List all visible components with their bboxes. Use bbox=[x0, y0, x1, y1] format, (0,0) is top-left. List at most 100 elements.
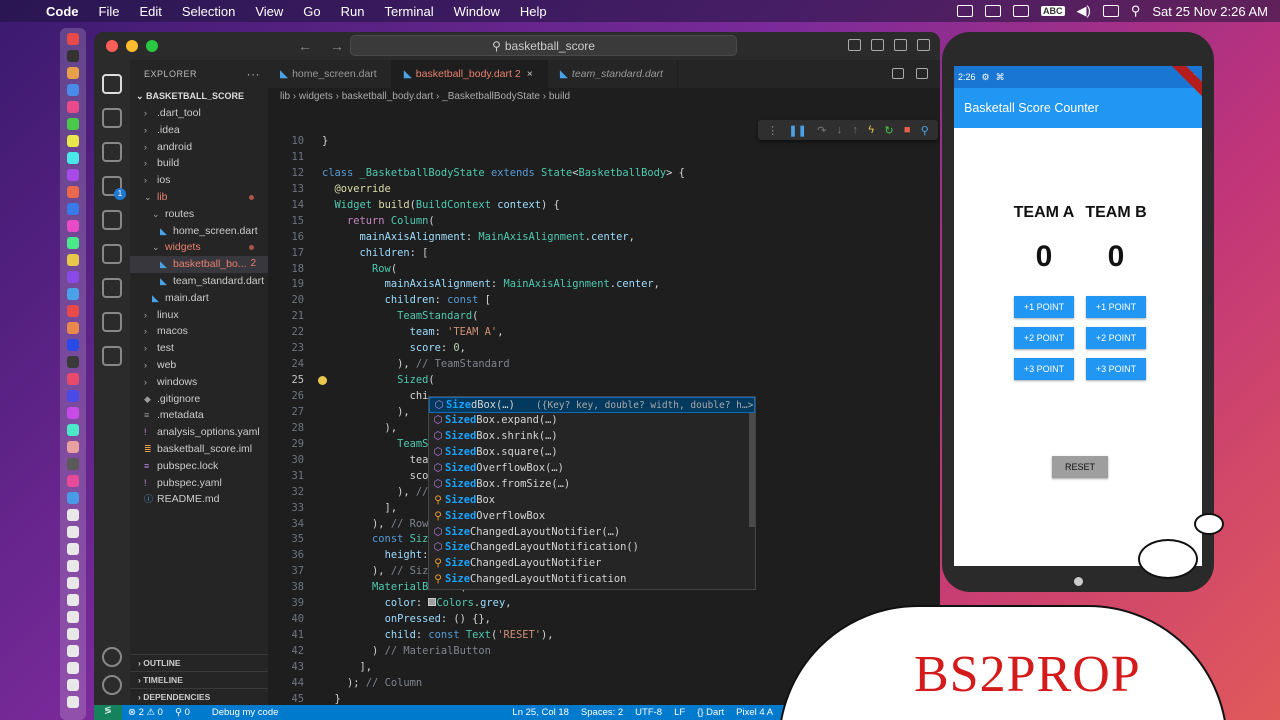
dock-app-icon[interactable] bbox=[67, 356, 79, 368]
breadcrumb-item[interactable]: _BasketballBodyState bbox=[442, 91, 540, 102]
wifi-sync-icon[interactable] bbox=[1013, 5, 1030, 17]
tree-file[interactable]: ≣ basketball_score.iml bbox=[130, 441, 268, 458]
tree-folder[interactable]: ⌄ routes bbox=[130, 206, 268, 223]
close-window-button[interactable] bbox=[106, 40, 118, 52]
source-control-icon[interactable] bbox=[102, 142, 122, 162]
menu-window[interactable]: Window bbox=[444, 4, 510, 19]
dock-app-icon[interactable] bbox=[67, 67, 79, 79]
input-source[interactable]: ABC bbox=[1041, 6, 1065, 16]
tree-file[interactable]: ⓘ README.md bbox=[130, 491, 268, 508]
dock-app-icon[interactable] bbox=[67, 373, 79, 385]
tree-file[interactable]: ! analysis_options.yaml bbox=[130, 424, 268, 441]
team-a-add-point-button[interactable]: +2 POINT bbox=[1014, 327, 1074, 349]
toggle-sidebar-icon[interactable] bbox=[848, 39, 861, 51]
toggle-panel-icon[interactable] bbox=[871, 39, 884, 51]
dock-app-icon[interactable] bbox=[67, 186, 79, 198]
menu-app-name[interactable]: Code bbox=[36, 4, 89, 19]
dock-app-icon[interactable] bbox=[67, 577, 79, 589]
editor-tab[interactable]: ◣ home_screen.dart bbox=[268, 60, 392, 88]
code-line[interactable]: 10} bbox=[268, 134, 940, 150]
team-a-add-point-button[interactable]: +3 POINT bbox=[1014, 358, 1074, 380]
breadcrumb-item[interactable]: basketball_body.dart bbox=[342, 91, 434, 102]
code-line[interactable]: 21 TeamStandard( bbox=[268, 309, 940, 325]
more-actions-icon[interactable] bbox=[916, 68, 928, 79]
team-b-add-point-button[interactable]: +2 POINT bbox=[1086, 327, 1146, 349]
remote-explorer-icon[interactable] bbox=[102, 312, 122, 332]
dock-app-icon[interactable] bbox=[67, 441, 79, 453]
dock-app-icon[interactable] bbox=[67, 305, 79, 317]
dock-app-icon[interactable] bbox=[67, 696, 79, 708]
close-tab-icon[interactable]: × bbox=[527, 68, 533, 80]
explorer-icon[interactable] bbox=[102, 74, 122, 94]
forward-arrow-icon[interactable]: → bbox=[330, 38, 344, 54]
minimize-window-button[interactable] bbox=[126, 40, 138, 52]
dock-app-icon[interactable] bbox=[67, 169, 79, 181]
dock-app-icon[interactable] bbox=[67, 424, 79, 436]
tree-file[interactable]: ◣ basketball_bo... 2 bbox=[130, 256, 268, 273]
tree-file[interactable]: ◆ .gitignore bbox=[130, 391, 268, 408]
suggestion-item[interactable]: ⬡ SizeChangedLayoutNotifier(…) bbox=[429, 525, 755, 541]
dock-app-icon[interactable] bbox=[67, 662, 79, 674]
code-line[interactable]: 14 Widget build(BuildContext context) { bbox=[268, 198, 940, 214]
dock-app-icon[interactable] bbox=[67, 492, 79, 504]
device-selector[interactable]: Pixel 4 A bbox=[730, 707, 779, 718]
section-outline[interactable]: › OUTLINE bbox=[130, 654, 268, 671]
tree-file[interactable]: ! pubspec.yaml bbox=[130, 475, 268, 492]
battery-icon[interactable] bbox=[1102, 5, 1119, 17]
remote-indicator-icon[interactable]: ≶ bbox=[94, 705, 122, 720]
back-arrow-icon[interactable]: ← bbox=[298, 38, 312, 54]
code-line[interactable]: 18 Row( bbox=[268, 262, 940, 278]
dock-app-icon[interactable] bbox=[67, 407, 79, 419]
suggestion-item[interactable]: ⚲ SizeChangedLayoutNotification bbox=[429, 572, 755, 588]
dock-app-icon[interactable] bbox=[67, 645, 79, 657]
dock-app-icon[interactable] bbox=[67, 560, 79, 572]
code-line[interactable]: 20 children: const [ bbox=[268, 293, 940, 309]
dock-app-icon[interactable] bbox=[67, 390, 79, 402]
code-line[interactable]: 25 Sized( bbox=[268, 373, 940, 389]
suggestion-item[interactable]: ⚲ SizedBox bbox=[429, 493, 755, 509]
dock-app-icon[interactable] bbox=[67, 526, 79, 538]
tree-folder[interactable]: › build bbox=[130, 155, 268, 172]
menu-terminal[interactable]: Terminal bbox=[375, 4, 444, 19]
suggestion-item[interactable]: ⬡ SizeChangedLayoutNotification() bbox=[429, 540, 755, 556]
dock-app-icon[interactable] bbox=[67, 84, 79, 96]
tree-folder[interactable]: › .dart_tool bbox=[130, 105, 268, 122]
tree-folder[interactable]: › windows bbox=[130, 374, 268, 391]
menu-file[interactable]: File bbox=[89, 4, 130, 19]
dock-app-icon[interactable] bbox=[67, 118, 79, 130]
language-mode[interactable]: {} Dart bbox=[691, 707, 730, 718]
split-editor-icon[interactable] bbox=[892, 68, 904, 79]
line-ending[interactable]: LF bbox=[668, 707, 691, 718]
tree-folder[interactable]: › android bbox=[130, 139, 268, 156]
tree-folder[interactable]: › web bbox=[130, 357, 268, 374]
tree-folder[interactable]: ⌄ widgets bbox=[130, 239, 268, 256]
run-debug-icon[interactable]: 1 bbox=[102, 176, 126, 200]
code-line[interactable]: 12 class _BasketballBodyState extends Sta… bbox=[268, 166, 940, 182]
volume-icon[interactable]: ◀) bbox=[1077, 3, 1091, 19]
suggestion-item[interactable]: ⬡ SizedBox.expand(…) bbox=[429, 413, 755, 429]
toggle-secondary-sidebar-icon[interactable] bbox=[894, 39, 907, 51]
dart-devtools-icon[interactable] bbox=[102, 346, 122, 366]
encoding[interactable]: UTF-8 bbox=[629, 707, 668, 718]
customize-layout-icon[interactable] bbox=[917, 39, 930, 51]
dock-app-icon[interactable] bbox=[67, 288, 79, 300]
explorer-root[interactable]: ⌄ BASKETBALL_SCORE bbox=[130, 88, 268, 105]
dock-app-icon[interactable] bbox=[67, 50, 79, 62]
suggestion-item[interactable]: ⬡ SizedBox.shrink(…) bbox=[429, 429, 755, 445]
team-b-add-point-button[interactable]: +3 POINT bbox=[1086, 358, 1146, 380]
breadcrumb-item[interactable]: lib bbox=[280, 91, 290, 102]
breadcrumb-item[interactable]: widgets bbox=[299, 91, 333, 102]
dock-app-icon[interactable] bbox=[67, 101, 79, 113]
dock-app-icon[interactable] bbox=[67, 237, 79, 249]
indentation[interactable]: Spaces: 2 bbox=[575, 707, 629, 718]
dock-app-icon[interactable] bbox=[67, 152, 79, 164]
editor-tab[interactable]: ◣ basketball_body.dart 2 × bbox=[391, 60, 548, 88]
code-line[interactable]: 17 children: [ bbox=[268, 246, 940, 262]
dock-app-icon[interactable] bbox=[67, 679, 79, 691]
debug-config[interactable]: Debug my code bbox=[206, 707, 285, 718]
tree-folder[interactable]: › ios bbox=[130, 172, 268, 189]
zoom-window-button[interactable] bbox=[146, 40, 158, 52]
tree-file[interactable]: ◣ main.dart bbox=[130, 290, 268, 307]
dock-app-icon[interactable] bbox=[67, 254, 79, 266]
code-line[interactable]: 13 @override bbox=[268, 182, 940, 198]
